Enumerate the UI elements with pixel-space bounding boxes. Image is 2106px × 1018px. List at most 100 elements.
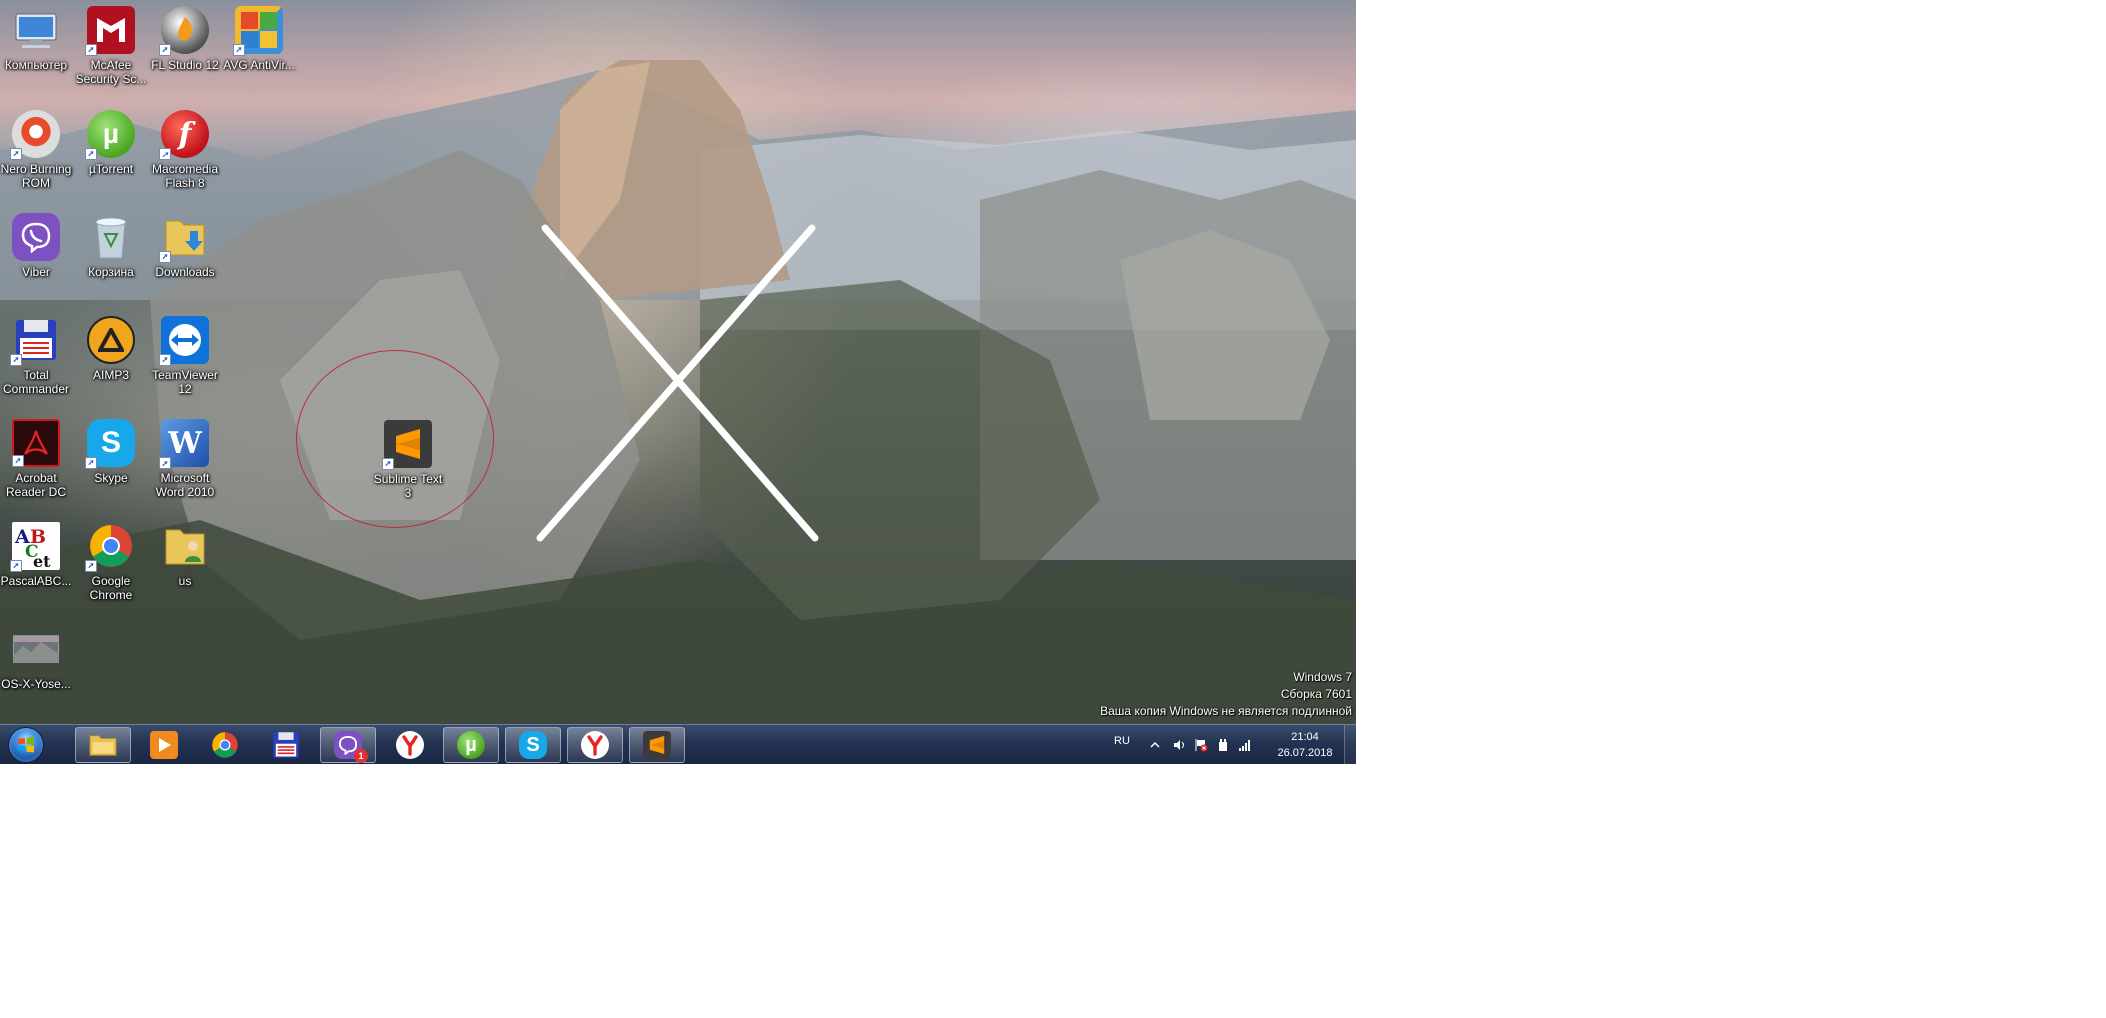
windows-logo-icon — [9, 728, 43, 762]
explorer-folder-icon — [89, 731, 117, 759]
desktop-icon-aimp[interactable]: AIMP3 — [73, 316, 149, 382]
watermark-line: Сборка 7601 — [1280, 687, 1352, 701]
shortcut-arrow-icon: ➚ — [10, 560, 22, 572]
desktop-icon-mcafee[interactable]: ➚ McAfee Security Sc... — [73, 6, 149, 86]
desktop-icon-label: Downloads — [155, 265, 215, 279]
taskbar-button-total-commander[interactable] — [258, 727, 314, 763]
taskbar-button-skype[interactable]: S — [505, 727, 561, 763]
aimp-icon — [87, 316, 135, 364]
desktop-icon-label: Nero Burning ROM — [0, 162, 72, 190]
recycle-bin-icon — [87, 213, 135, 261]
watermark-line: Ваша копия Windows не является подлинной — [1100, 704, 1352, 718]
desktop-icon-label: Корзина — [88, 265, 134, 279]
shortcut-arrow-icon: ➚ — [10, 354, 22, 366]
desktop-icon-label: Total Commander — [2, 368, 70, 396]
desktop-icon-viber[interactable]: Viber — [0, 213, 74, 279]
taskbar-button-media-player[interactable] — [136, 727, 192, 763]
start-button[interactable] — [4, 726, 48, 764]
desktop-icon-nero[interactable]: ➚ Nero Burning ROM — [0, 110, 74, 190]
shortcut-arrow-icon: ➚ — [233, 44, 245, 56]
desktop-icon-chrome[interactable]: ➚ Google Chrome — [73, 522, 149, 602]
power-plug-icon[interactable] — [1216, 738, 1230, 752]
utorrent-icon: µ ➚ — [85, 110, 135, 160]
desktop-icon-downloads[interactable]: ➚ Downloads — [147, 213, 223, 279]
teamviewer-icon: ➚ — [159, 316, 209, 366]
user-folder-icon — [161, 522, 209, 570]
shortcut-arrow-icon: ➚ — [159, 457, 171, 469]
sublime-text-icon: ➚ — [382, 420, 432, 470]
desktop-icon-label: Sublime Text 3 — [373, 472, 443, 500]
desktop-icon-recycle-bin[interactable]: Корзина — [73, 213, 149, 279]
action-center-flag-icon[interactable] — [1194, 738, 1208, 752]
taskbar-button-yandex[interactable] — [382, 727, 438, 763]
desktop[interactable]: Компьютер ➚ McAfee Security Sc... ➚ FL S… — [0, 0, 1356, 724]
desktop-icon-utorrent[interactable]: µ ➚ µTorrent — [73, 110, 149, 176]
desktop-icon-flash[interactable]: f ➚ Macromedia Flash 8 — [147, 110, 223, 190]
desktop-icon-us[interactable]: us — [147, 522, 223, 588]
shortcut-arrow-icon: ➚ — [382, 458, 394, 470]
downloads-folder-icon: ➚ — [159, 213, 209, 263]
shortcut-arrow-icon: ➚ — [85, 457, 97, 469]
chrome-icon — [211, 731, 239, 759]
desktop-icon-avg[interactable]: ➚ AVG AntiVir... — [221, 6, 297, 72]
taskbar-button-viber[interactable]: 1 — [320, 727, 376, 763]
desktop-icon-label: Google Chrome — [89, 574, 133, 602]
flash-icon: f ➚ — [159, 110, 209, 160]
desktop-icon-label: PascalABC... — [0, 574, 72, 588]
media-player-icon — [150, 731, 178, 759]
desktop-icon-acrobat[interactable]: ➚ Acrobat Reader DC — [0, 419, 74, 499]
desktop-icon-os-x-yosemite[interactable]: OS-X-Yose... — [0, 625, 74, 691]
skype-icon: S — [519, 731, 547, 759]
skype-icon: S ➚ — [85, 419, 135, 469]
shortcut-arrow-icon: ➚ — [10, 148, 22, 160]
taskbar-button-sublime-text[interactable] — [629, 727, 685, 763]
desktop-icon-skype[interactable]: S ➚ Skype — [73, 419, 149, 485]
taskbar: 1 µ S RU 21:04 26.07.2018 — [0, 724, 1357, 765]
desktop-icon-label: µTorrent — [88, 162, 134, 176]
windows-activation-watermark: Windows 7 Сборка 7601 Ваша копия Windows… — [1100, 669, 1352, 720]
volume-icon[interactable] — [1172, 738, 1186, 752]
shortcut-arrow-icon: ➚ — [159, 148, 171, 160]
shortcut-arrow-icon: ➚ — [85, 560, 97, 572]
language-indicator[interactable]: RU — [1114, 735, 1130, 747]
desktop-icon-label: FL Studio 12 — [151, 58, 219, 72]
taskbar-button-explorer[interactable] — [75, 727, 131, 763]
desktop-icon-label: McAfee Security Sc... — [75, 58, 147, 86]
total-commander-icon — [272, 731, 300, 759]
clock-date: 26.07.2018 — [1277, 747, 1333, 759]
yandex-browser-icon — [581, 731, 609, 759]
desktop-icon-pascalabc[interactable]: A B Cet ➚ PascalABC... — [0, 522, 74, 588]
desktop-icon-word[interactable]: W ➚ Microsoft Word 2010 — [147, 419, 223, 499]
svg-text:et: et — [33, 552, 51, 569]
system-tray: RU 21:04 26.07.2018 — [1104, 725, 1340, 765]
show-hidden-icons-icon[interactable] — [1148, 738, 1162, 752]
utorrent-icon: µ — [457, 731, 485, 759]
notification-badge: 1 — [354, 749, 368, 763]
desktop-icon-sublime-text[interactable]: ➚ Sublime Text 3 — [370, 420, 446, 500]
nero-icon: ➚ — [10, 110, 60, 160]
desktop-icon-label: us — [178, 574, 192, 588]
computer-icon — [12, 6, 60, 54]
desktop-icon-computer[interactable]: Компьютер — [0, 6, 74, 72]
desktop-icon-label: Microsoft Word 2010 — [155, 471, 215, 499]
desktop-icon-label: Skype — [94, 471, 128, 485]
show-desktop-button[interactable] — [1344, 725, 1357, 765]
taskbar-button-yandex-2[interactable] — [567, 727, 623, 763]
desktop-icon-total-commander[interactable]: ➚ Total Commander — [0, 316, 74, 396]
sublime-text-icon — [643, 731, 671, 759]
desktop-icon-fl-studio[interactable]: ➚ FL Studio 12 — [147, 6, 223, 72]
desktop-icon-label: AVG AntiVir... — [223, 58, 295, 72]
viber-icon — [12, 213, 60, 261]
pascalabc-icon: A B Cet ➚ — [10, 522, 60, 572]
watermark-line: Windows 7 — [1293, 670, 1352, 684]
desktop-icon-label: Macromedia Flash 8 — [151, 162, 219, 190]
taskbar-button-utorrent[interactable]: µ — [443, 727, 499, 763]
taskbar-button-chrome[interactable] — [197, 727, 253, 763]
network-signal-icon[interactable] — [1238, 738, 1252, 752]
desktop-icon-label: Компьютер — [4, 58, 68, 72]
shortcut-arrow-icon: ➚ — [159, 44, 171, 56]
desktop-icon-teamviewer[interactable]: ➚ TeamViewer 12 — [147, 316, 223, 396]
clock[interactable]: 21:04 26.07.2018 — [1270, 729, 1340, 761]
desktop-icon-label: OS-X-Yose... — [1, 677, 71, 691]
viber-icon: 1 — [334, 731, 368, 763]
